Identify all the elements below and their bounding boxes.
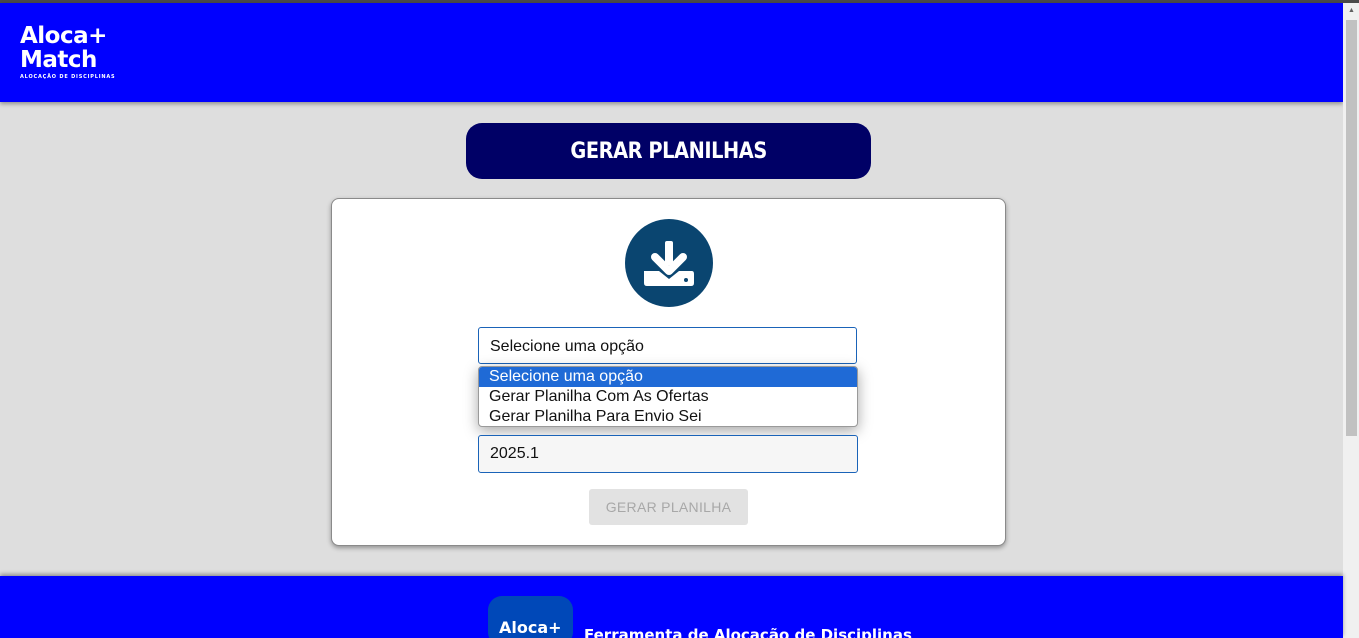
spreadsheet-type-select[interactable]: Selecione uma opção [478, 327, 857, 364]
spreadsheet-type-dropdown[interactable]: Selecione uma opção Gerar Planilha Com A… [478, 366, 858, 427]
page-title-banner: GERAR PLANILHAS [466, 123, 871, 179]
period-input[interactable]: 2025.1 [478, 435, 858, 473]
logo-tagline: ALOCAÇÃO DE DISCIPLINAS [20, 74, 116, 80]
generate-spreadsheet-button[interactable]: GERAR PLANILHA [589, 489, 748, 525]
footer-logo: Aloca+ [488, 596, 573, 638]
footer-logo-text: Aloca+ [499, 618, 562, 637]
logo-line-2: Match [20, 47, 97, 73]
logo-line-1: Aloca+ [20, 23, 107, 49]
dropdown-option-select[interactable]: Selecione uma opção [479, 367, 857, 387]
download-icon [625, 219, 713, 307]
footer-caption: Ferramenta de Alocação de Disciplinas [584, 626, 912, 638]
scroll-up-arrow-icon[interactable]: ▲ [1346, 5, 1357, 17]
dropdown-option-offers[interactable]: Gerar Planilha Com As Ofertas [479, 387, 857, 407]
dropdown-option-sei[interactable]: Gerar Planilha Para Envio Sei [479, 407, 857, 426]
header-bar: Aloca+ Match ALOCAÇÃO DE DISCIPLINAS [0, 3, 1343, 102]
page-title: GERAR PLANILHAS [570, 138, 767, 164]
app-logo[interactable]: Aloca+ Match ALOCAÇÃO DE DISCIPLINAS [20, 24, 115, 80]
scrollbar-thumb[interactable] [1346, 20, 1357, 436]
